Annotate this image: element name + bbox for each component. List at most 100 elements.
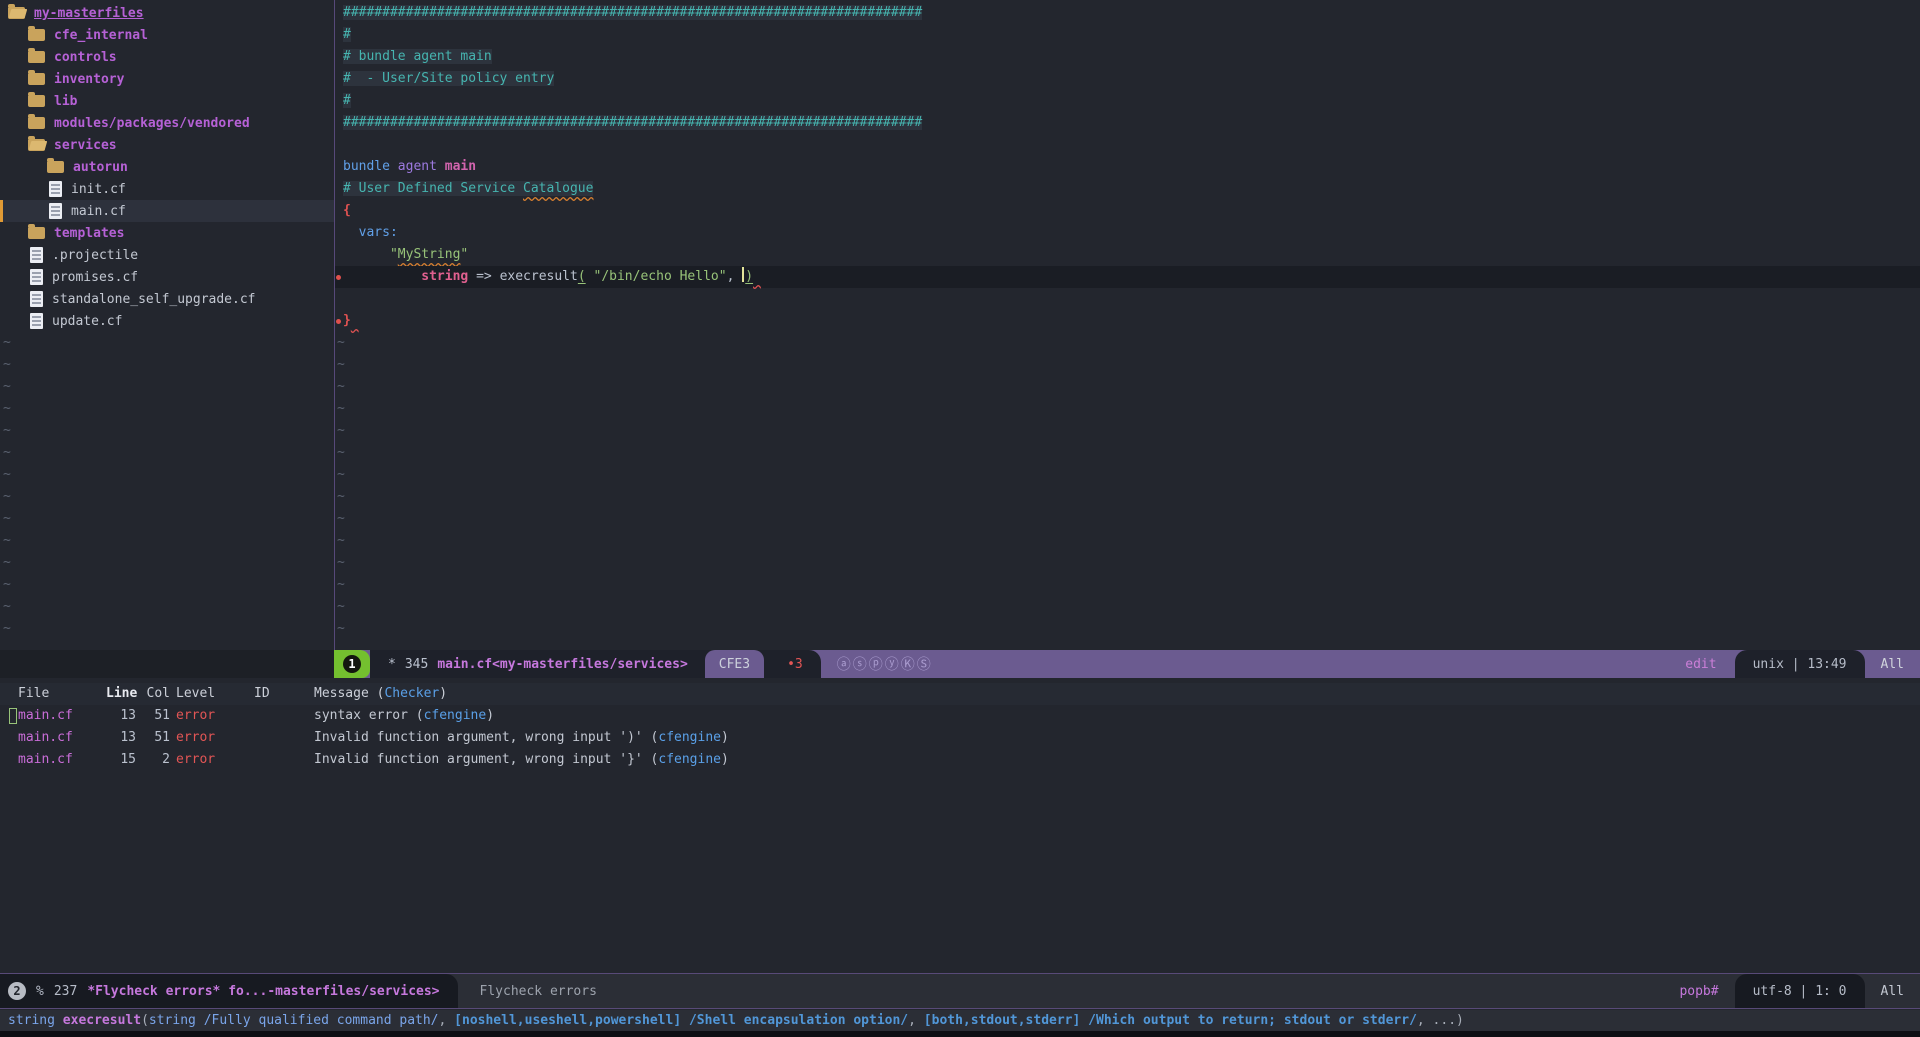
buffer-size: 237 (54, 984, 77, 999)
empty-line-indicator: ~ (0, 552, 334, 574)
tree-item-inventory[interactable]: inventory (0, 68, 334, 90)
flycheck-rows: main.cf1351errorsyntax error (cfengine)m… (0, 705, 1920, 771)
empty-line-indicator: ~ (335, 442, 1920, 464)
file-cell: main.cf (18, 727, 106, 749)
eldoc-token: ( (141, 1013, 149, 1028)
file-icon (49, 203, 62, 219)
folder-icon (28, 51, 45, 63)
code-line-11[interactable]: vars: (335, 222, 1920, 244)
empty-line-indicator: ~ (335, 398, 1920, 420)
file-icon (30, 247, 43, 263)
window-number: 1 (343, 655, 361, 673)
editor-window[interactable]: ########################################… (335, 0, 1920, 650)
level-cell: error (176, 749, 254, 771)
eldoc-token: [noshell,useshell,powershell] (454, 1013, 681, 1028)
tree-item-cfe-internal[interactable]: cfe_internal (0, 24, 334, 46)
edit-state-indicator: edit (1685, 657, 1734, 672)
message-cell: Invalid function argument, wrong input '… (314, 749, 1920, 771)
tree-item-modules-packages-vendored[interactable]: modules/packages/vendored (0, 112, 334, 134)
eldoc-token: execresult (63, 1013, 141, 1028)
flycheck-header-row: FileLineColLevelIDMessage (Checker) (0, 683, 1920, 705)
code-line-12[interactable]: "MyString" (335, 244, 1920, 266)
tree-item-label: my-masterfiles (34, 6, 144, 21)
window-number: 2 (8, 982, 26, 1000)
tree-item-update-cf[interactable]: update.cf (0, 310, 334, 332)
tree-item-services[interactable]: services (0, 134, 334, 156)
tree-item-standalone-self-upgrade-cf[interactable]: standalone_self_upgrade.cf (0, 288, 334, 310)
tree-item-label: promises.cf (52, 270, 138, 285)
tree-item-autorun[interactable]: autorun (0, 156, 334, 178)
tree-item-my-masterfiles[interactable]: my-masterfiles (0, 2, 334, 24)
code-line-4[interactable]: # - User/Site policy entry (335, 68, 1920, 90)
empty-line-indicator: ~ (0, 574, 334, 596)
tree-item-label: lib (54, 94, 77, 109)
checker-name: cfengine (658, 752, 721, 767)
error-row[interactable]: main.cf1351errorsyntax error (cfengine) (0, 705, 1920, 727)
empty-line-indicator: ~ (335, 354, 1920, 376)
sidebar-modeline (0, 650, 334, 678)
message-cell: Invalid function argument, wrong input '… (314, 727, 1920, 749)
empty-line-indicator: ~ (0, 420, 334, 442)
code-line-1[interactable]: ########################################… (335, 2, 1920, 24)
tree-item-projectile[interactable]: .projectile (0, 244, 334, 266)
flycheck-error-count[interactable]: •3 (773, 657, 817, 672)
eldoc-token (681, 1013, 689, 1028)
folder-icon (28, 29, 45, 41)
tree-item-lib[interactable]: lib (0, 90, 334, 112)
eldoc-token: , (908, 1013, 924, 1028)
modeline-fill: ⓐⓢⓟⓨⓀⓈ edit (821, 650, 1735, 678)
empty-line-indicator: ~ (0, 398, 334, 420)
major-mode-name[interactable]: Flycheck errors (458, 974, 597, 1008)
code-line-14[interactable] (335, 288, 1920, 310)
file-cell: File (18, 683, 106, 705)
error-row[interactable]: main.cf152errorInvalid function argument… (0, 749, 1920, 771)
tree-item-label: templates (54, 226, 124, 241)
tree-item-templates[interactable]: templates (0, 222, 334, 244)
popup-state-indicator: popb# (1679, 974, 1734, 1008)
code-line-6[interactable]: ########################################… (335, 112, 1920, 134)
major-mode-chip[interactable]: CFE3 (705, 650, 764, 678)
message-cell: syntax error (cfengine) (314, 705, 1920, 727)
code-line-15[interactable]: } (335, 310, 1920, 332)
buffer-modified-indicator: * (388, 657, 396, 672)
id-cell (254, 749, 314, 771)
empty-line-indicator: ~ (335, 574, 1920, 596)
line-cell: 15 (106, 749, 142, 771)
tree-item-controls[interactable]: controls (0, 46, 334, 68)
tree-item-init-cf[interactable]: init.cf (0, 178, 334, 200)
minor-mode-indicators[interactable]: ⓐⓢⓟⓨⓀⓈ (837, 654, 933, 674)
code-line-3[interactable]: # bundle agent main (335, 46, 1920, 68)
eldoc-token: /Fully qualified command path/ (204, 1013, 439, 1028)
flycheck-errors-window[interactable]: FileLineColLevelIDMessage (Checker) main… (0, 678, 1920, 973)
error-row[interactable]: main.cf1351errorInvalid function argumen… (0, 727, 1920, 749)
folder-icon (28, 73, 45, 85)
folder-icon (28, 117, 45, 129)
tree-item-label: standalone_self_upgrade.cf (52, 292, 256, 307)
code-line-8[interactable]: bundle agent main (335, 156, 1920, 178)
tree-item-promises-cf[interactable]: promises.cf (0, 266, 334, 288)
file-cell: main.cf (18, 705, 106, 727)
treemacs-sidebar: my-masterfiles cfe_internal controls invent… (0, 0, 334, 650)
checker-name: cfengine (658, 730, 721, 745)
tree-item-main-cf[interactable]: main.cf (0, 200, 334, 222)
eldoc-token: string (8, 1013, 63, 1028)
buffer-name[interactable]: main.cf<my-masterfiles/services> (437, 657, 687, 672)
level-cell: error (176, 705, 254, 727)
readonly-indicator: % (36, 984, 44, 999)
code-line-10[interactable]: { (335, 200, 1920, 222)
code-line-13[interactable]: string => execresult( "/bin/echo Hello",… (335, 266, 1920, 288)
code-line-7[interactable] (335, 134, 1920, 156)
id-cell (254, 705, 314, 727)
folder-icon (28, 139, 45, 151)
empty-line-indicator: ~ (0, 486, 334, 508)
frame-bottom-strip (0, 1031, 1920, 1037)
folder-icon (28, 227, 45, 239)
tree-item-label: controls (54, 50, 117, 65)
code-line-9[interactable]: # User Defined Service Catalogue (335, 178, 1920, 200)
buffer-name[interactable]: *Flycheck errors* fo...-masterfiles/serv… (87, 984, 439, 999)
tree-item-label: .projectile (52, 248, 138, 263)
code-line-2[interactable]: # (335, 24, 1920, 46)
code-line-5[interactable]: # (335, 90, 1920, 112)
encoding-and-position: utf-8 | 1: 0 (1735, 974, 1865, 1008)
file-icon (30, 269, 43, 285)
